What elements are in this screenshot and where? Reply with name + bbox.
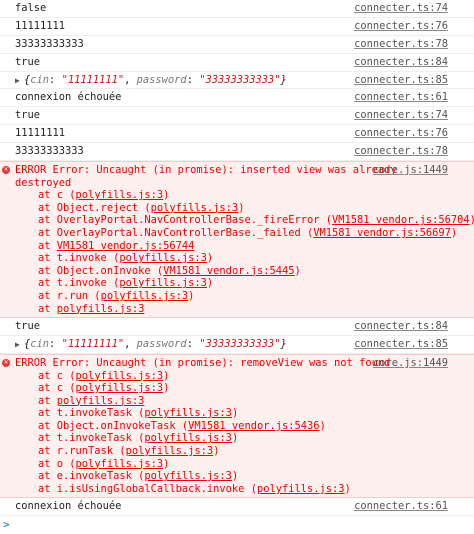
- source-link[interactable]: connecter.ts:84: [354, 54, 448, 72]
- stack-frame: at OverlayPortal.NavControllerBase._fire…: [38, 214, 474, 227]
- log-row: connexion échouée connecter.ts:61: [0, 498, 474, 517]
- source-link[interactable]: connecter.ts:74: [354, 107, 448, 125]
- stack-frame: at polyfills.js:3: [38, 394, 145, 407]
- stack-frame: at r.run (polyfills.js:3): [38, 289, 195, 302]
- log-row: true connecter.ts:84: [0, 54, 474, 72]
- source-link[interactable]: connecter.ts:61: [354, 89, 448, 107]
- source-link[interactable]: connecter.ts:61: [354, 498, 448, 516]
- object-log-row[interactable]: ▶ {cin: "11111111", password: "3333333333…: [0, 72, 474, 90]
- source-link[interactable]: connecter.ts:85: [354, 72, 448, 90]
- stack-frame: at c (polyfills.js:3): [38, 382, 170, 395]
- source-link[interactable]: connecter.ts:84: [354, 318, 448, 336]
- stack-frame: at t.invokeTask (polyfills.js:3): [38, 432, 239, 445]
- source-link[interactable]: core.js:1449: [373, 357, 448, 370]
- error-icon: ✕: [2, 166, 10, 175]
- log-row: false connecter.ts:74: [0, 0, 474, 18]
- stack-frame: at Object.onInvokeTask (VM1581 vendor.js…: [38, 419, 326, 432]
- source-link[interactable]: connecter.ts:76: [354, 125, 448, 143]
- source-link[interactable]: core.js:1449: [373, 164, 448, 177]
- stack-frame: at Object.reject (polyfills.js:3): [38, 201, 245, 214]
- source-link[interactable]: connecter.ts:85: [354, 336, 448, 354]
- stack-frame: at t.invoke (polyfills.js:3): [38, 277, 214, 290]
- stack-frame: at c (polyfills.js:3): [38, 369, 170, 382]
- object-log-row[interactable]: ▶ {cin: "11111111", password: "3333333333…: [0, 336, 474, 354]
- stack-frame: at o (polyfills.js:3): [38, 457, 170, 470]
- log-row: connexion échouée connecter.ts:61: [0, 89, 474, 108]
- log-row: true connecter.ts:84: [0, 318, 474, 337]
- expand-triangle-icon[interactable]: ▶: [15, 336, 24, 354]
- log-row: 33333333333 connecter.ts:78: [0, 36, 474, 54]
- log-row: 33333333333 connecter.ts:78: [0, 143, 474, 162]
- stack-frame: at c (polyfills.js:3): [38, 189, 170, 202]
- stack-frame: at Object.onInvoke (VM1581 vendor.js:544…: [38, 264, 301, 277]
- log-row: true connecter.ts:74: [0, 107, 474, 126]
- error-message: ✕ core.js:1449 ERROR Error: Uncaught (in…: [0, 161, 474, 319]
- stack-frame: at t.invoke (polyfills.js:3): [38, 252, 214, 265]
- stack-frame: at polyfills.js:3: [38, 302, 145, 315]
- stack-frame: at e.invokeTask (polyfills.js:3): [38, 470, 239, 483]
- stack-frame: at i.isUsingGlobalCallback.invoke (polyf…: [38, 482, 351, 495]
- prompt-chevron-icon: >: [3, 518, 10, 532]
- console-input[interactable]: >: [0, 516, 474, 534]
- source-link[interactable]: connecter.ts:78: [354, 143, 448, 161]
- stack-frame: at r.runTask (polyfills.js:3): [38, 445, 220, 458]
- stack-frame: at t.invokeTask (polyfills.js:3): [38, 407, 239, 420]
- source-link[interactable]: connecter.ts:78: [354, 36, 448, 54]
- log-row: 11111111 connecter.ts:76: [0, 125, 474, 144]
- error-icon: ✕: [2, 358, 10, 367]
- error-message: ✕ core.js:1449 ERROR Error: Uncaught (in…: [0, 353, 474, 499]
- stack-frame: at VM1581 vendor.js:56744: [38, 239, 195, 252]
- expand-triangle-icon[interactable]: ▶: [15, 72, 24, 90]
- source-link[interactable]: connecter.ts:74: [354, 0, 448, 18]
- source-link[interactable]: connecter.ts:76: [354, 18, 448, 36]
- console-panel: false connecter.ts:74 11111111 connecter.t…: [0, 0, 474, 534]
- log-row: 11111111 connecter.ts:76: [0, 18, 474, 36]
- stack-frame: at OverlayPortal.NavControllerBase._fail…: [38, 226, 458, 239]
